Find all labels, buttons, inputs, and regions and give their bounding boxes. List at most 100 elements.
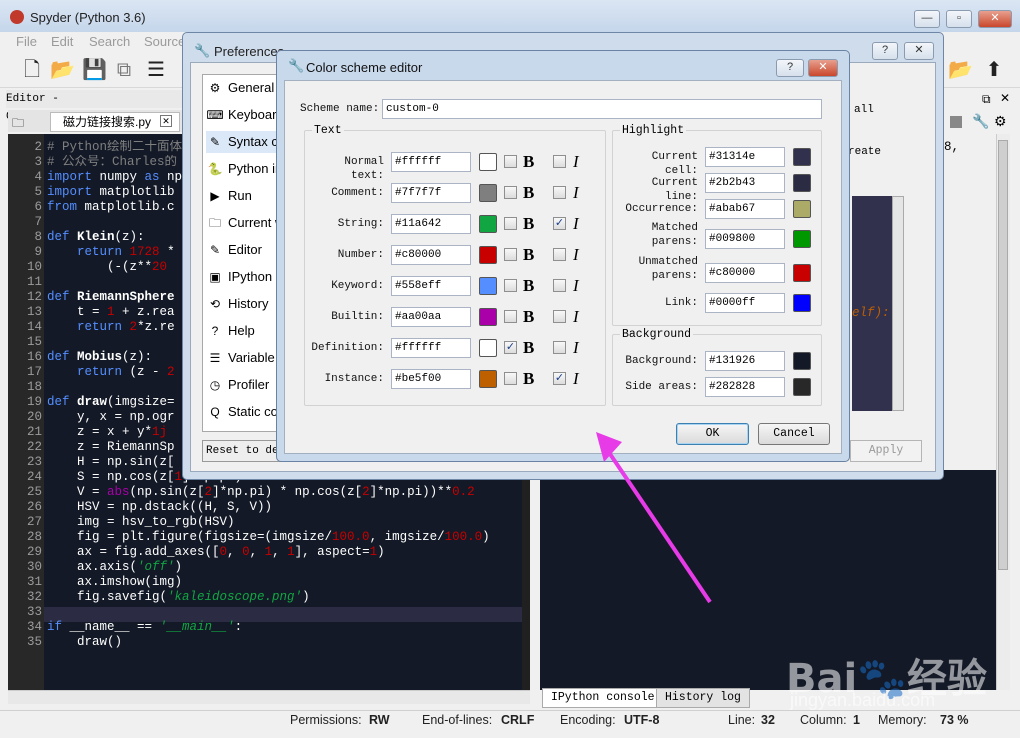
color-hex-input[interactable]: #11a642 <box>391 214 471 234</box>
color-hex-input[interactable]: #ffffff <box>391 338 471 358</box>
tab-ipython-console[interactable]: IPython console <box>542 688 664 708</box>
arrow-up-icon[interactable]: ⬆ <box>982 58 1006 82</box>
code-line: H = np.sin(z[ <box>47 455 175 469</box>
bold-checkbox[interactable] <box>504 248 517 261</box>
color-hex-input[interactable]: #c80000 <box>705 263 785 283</box>
pref-item[interactable]: ? Help <box>206 320 286 342</box>
editor-hscroll[interactable] <box>8 690 530 704</box>
open-folder-icon[interactable]: 📂 <box>50 58 75 82</box>
bold-checkbox[interactable] <box>504 217 517 230</box>
wrench-icon[interactable]: 🔧 <box>972 113 989 130</box>
color-hex-input[interactable]: #2b2b43 <box>705 173 785 193</box>
save-all-icon[interactable]: ⧉ <box>112 58 136 82</box>
color-swatch[interactable] <box>793 148 811 166</box>
italic-checkbox[interactable] <box>553 279 566 292</box>
close-button[interactable]: ✕ <box>978 10 1012 28</box>
color-hex-input[interactable]: #abab67 <box>705 199 785 219</box>
pref-item[interactable]: ▣IPython console <box>206 266 286 288</box>
pref-preview-scroll[interactable] <box>892 196 904 411</box>
preferences-help-button[interactable]: ? <box>872 42 898 60</box>
color-hex-input[interactable]: #131926 <box>705 351 785 371</box>
stop-icon[interactable] <box>950 116 962 128</box>
color-hex-input[interactable]: #558eff <box>391 276 471 296</box>
color-swatch[interactable] <box>793 200 811 218</box>
italic-checkbox[interactable] <box>553 248 566 261</box>
preferences-close-button[interactable]: ✕ <box>904 42 934 60</box>
code-line: if __name__ == '__main__': <box>47 620 243 634</box>
pref-item[interactable]: ✎Syntax coloring <box>206 131 286 153</box>
color-swatch[interactable] <box>479 153 497 171</box>
color-swatch[interactable] <box>479 246 497 264</box>
pref-item[interactable]: ☰Variable explorer <box>206 347 286 369</box>
close-pane-icon[interactable]: ✕ <box>1000 91 1010 105</box>
menu-search[interactable]: Search <box>89 34 130 49</box>
browse-tabs-icon[interactable]: 🗀 <box>12 114 24 135</box>
italic-checkbox[interactable] <box>553 341 566 354</box>
italic-checkbox[interactable] <box>553 155 566 168</box>
maximize-button[interactable]: ▫ <box>946 10 972 28</box>
reset-defaults-button[interactable]: Reset to defaults <box>202 440 282 462</box>
apply-button[interactable]: Apply <box>850 440 922 462</box>
color-swatch[interactable] <box>479 370 497 388</box>
color-swatch[interactable] <box>793 352 811 370</box>
italic-checkbox[interactable] <box>553 186 566 199</box>
color-swatch[interactable] <box>793 264 811 282</box>
menu-source[interactable]: Source <box>144 34 185 49</box>
tab-history-log[interactable]: History log <box>656 688 750 708</box>
pref-item[interactable]: ⌨Keyboard shortcuts <box>206 104 286 126</box>
pref-item[interactable]: ▶ Run <box>206 185 286 207</box>
new-file-icon[interactable]: 🗋 <box>20 58 44 82</box>
bold-checkbox[interactable] <box>504 155 517 168</box>
color-swatch[interactable] <box>479 308 497 326</box>
menu-file[interactable]: File <box>16 34 37 49</box>
pref-item[interactable]: QStatic code analysis <box>206 401 286 423</box>
bold-checkbox[interactable] <box>504 279 517 292</box>
color-hex-input[interactable]: #c80000 <box>391 245 471 265</box>
bold-checkbox[interactable] <box>504 186 517 199</box>
color-swatch[interactable] <box>479 339 497 357</box>
color-hex-input[interactable]: #31314e <box>705 147 785 167</box>
tab-close-icon[interactable]: ✕ <box>160 115 172 127</box>
color-swatch[interactable] <box>479 184 497 202</box>
cse-help-button[interactable]: ? <box>776 59 804 77</box>
cse-close-button[interactable]: ✕ <box>808 59 838 77</box>
bold-checkbox[interactable]: ✓ <box>504 341 517 354</box>
pref-item[interactable]: ✎ Editor <box>206 239 286 261</box>
undock-icon[interactable]: ⧉ <box>982 92 991 107</box>
color-swatch[interactable] <box>793 230 811 248</box>
line-number: 23 <box>26 455 42 469</box>
open-folder-right-icon[interactable]: 📂 <box>948 58 973 82</box>
italic-checkbox[interactable]: ✓ <box>553 217 566 230</box>
pref-item[interactable]: ⟲ History <box>206 293 286 315</box>
save-icon[interactable]: 💾 <box>82 58 107 82</box>
pref-item[interactable]: ⚙ General <box>206 77 286 99</box>
pref-item-label: Run <box>228 188 252 203</box>
color-hex-input[interactable]: #aa00aa <box>391 307 471 327</box>
italic-checkbox[interactable]: ✓ <box>553 372 566 385</box>
list-icon[interactable]: ☰ <box>144 58 168 82</box>
pref-item[interactable]: 🗀Current working directory <box>206 212 286 234</box>
color-swatch[interactable] <box>793 378 811 396</box>
cancel-button[interactable]: Cancel <box>758 423 830 445</box>
color-hex-input[interactable]: #ffffff <box>391 152 471 172</box>
pref-item[interactable]: ◷ Profiler <box>206 374 286 396</box>
pref-item[interactable]: 🐍Python interpreter <box>206 158 286 180</box>
right-scroll-thumb[interactable] <box>998 140 1008 570</box>
color-hex-input[interactable]: #009800 <box>705 229 785 249</box>
color-swatch[interactable] <box>793 294 811 312</box>
minimize-button[interactable]: — <box>914 10 940 28</box>
color-hex-input[interactable]: #be5f00 <box>391 369 471 389</box>
color-hex-input[interactable]: #282828 <box>705 377 785 397</box>
bold-checkbox[interactable] <box>504 372 517 385</box>
color-swatch[interactable] <box>479 277 497 295</box>
color-swatch[interactable] <box>479 215 497 233</box>
italic-checkbox[interactable] <box>553 310 566 323</box>
color-hex-input[interactable]: #7f7f7f <box>391 183 471 203</box>
gear-icon[interactable]: ⚙ <box>994 113 1007 130</box>
scheme-name-input[interactable]: custom-0 <box>382 99 822 119</box>
color-swatch[interactable] <box>793 174 811 192</box>
bold-checkbox[interactable] <box>504 310 517 323</box>
color-hex-input[interactable]: #0000ff <box>705 293 785 313</box>
menu-edit[interactable]: Edit <box>51 34 73 49</box>
pref-item-icon: ▣ <box>209 270 221 284</box>
